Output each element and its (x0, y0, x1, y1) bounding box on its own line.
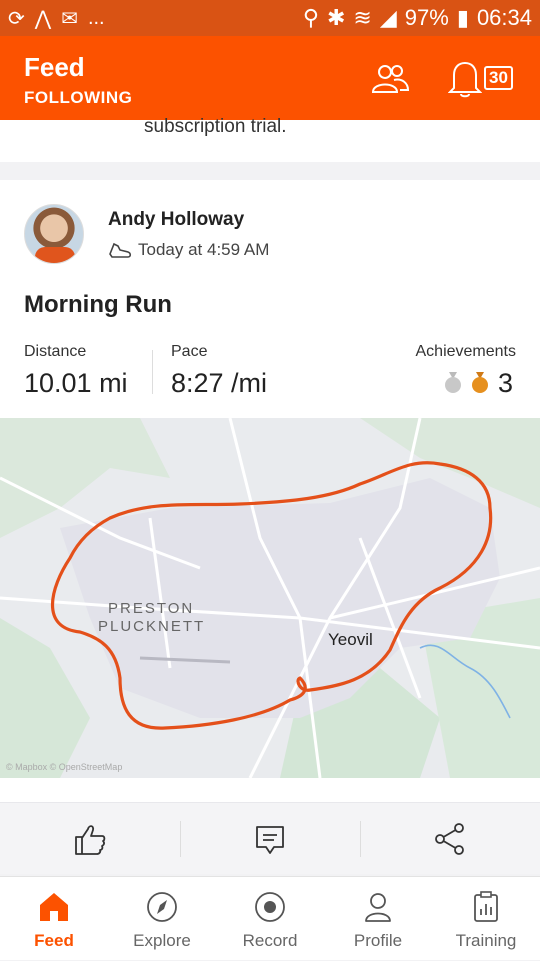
sync-icon: ⟳ (8, 7, 25, 30)
map-area-label-2: PLUCKNETT (98, 618, 206, 635)
avatar[interactable] (24, 204, 84, 264)
nav-feed[interactable]: Feed (0, 877, 108, 961)
route-map[interactable]: PRESTON PLUCKNETT Yeovil © Mapbox © Open… (0, 418, 540, 778)
athlete-name[interactable]: Andy Holloway (108, 209, 244, 231)
app-bar: Feed FOLLOWING 30 (0, 36, 540, 120)
record-icon (255, 892, 285, 922)
map-graphic (0, 418, 540, 778)
activity-title[interactable]: Morning Run (24, 291, 172, 319)
location-icon: ⚲ (302, 5, 319, 30)
nav-record[interactable]: Record (216, 877, 324, 961)
nav-explore[interactable]: Explore (108, 877, 216, 961)
wifi-icon: ≋ (353, 5, 372, 30)
notifications-bell-icon[interactable] (448, 58, 482, 98)
status-bar: ⟳ ⋀ ✉ ... ⚲ ✱ ≋ ◢ 97% ▮ 06:34 (0, 0, 540, 36)
avatar-shirt (35, 247, 75, 263)
activity-actions (0, 802, 540, 874)
nav-label: Record (242, 931, 298, 950)
nav-label: Feed (34, 931, 74, 950)
page-title: Feed (24, 52, 85, 82)
nav-profile[interactable]: Profile (324, 877, 432, 961)
activity-time: Today at 4:59 AM (138, 240, 270, 259)
bronze-medal-icon (472, 372, 488, 393)
run-shoe-icon (109, 242, 132, 258)
activity-card[interactable]: Andy Holloway Today at 4:59 AM Morning R… (0, 180, 540, 802)
kudos-thumbs-up-icon[interactable] (72, 821, 108, 857)
signal-icon: ◢ (379, 5, 397, 30)
find-friends-icon[interactable] (370, 62, 410, 96)
distance-label: Distance (24, 343, 87, 360)
map-area-label: PRESTON (108, 600, 195, 617)
previous-card-text: subscription trial. (144, 116, 287, 137)
nav-label: Training (455, 931, 517, 950)
previous-feed-card[interactable]: subscription trial. (0, 116, 540, 162)
comment-icon[interactable] (252, 821, 288, 857)
feed-filter-dropdown[interactable]: FOLLOWING (24, 88, 132, 108)
nav-label: Explore (133, 931, 191, 950)
bottom-navigation: Feed Explore Record Profile Training (0, 876, 540, 960)
nav-training[interactable]: Training (432, 877, 540, 961)
action-separator (180, 821, 181, 857)
pace-value: 8:27 /mi (171, 368, 268, 398)
home-icon (40, 893, 68, 921)
nav-label: Profile (353, 931, 403, 950)
more-notifications: ... (87, 6, 105, 29)
pace-label: Pace (171, 343, 208, 360)
share-icon[interactable] (432, 821, 468, 857)
strava-icon: ⋀ (34, 7, 52, 30)
bluetooth-icon: ✱ (326, 5, 346, 30)
clock: 06:34 (476, 5, 532, 30)
compass-icon (147, 892, 177, 922)
achievements-label: Achievements (415, 343, 517, 360)
distance-value: 10.01 mi (24, 368, 128, 398)
achievements-count: 3 (498, 368, 514, 398)
map-credit[interactable]: © Mapbox © OpenStreetMap (6, 762, 122, 772)
silver-medal-icon (445, 372, 461, 393)
action-separator (360, 821, 361, 857)
training-icon (474, 891, 498, 922)
map-town-label: Yeovil (328, 630, 373, 649)
profile-icon (365, 893, 391, 922)
stat-divider (152, 350, 153, 394)
mail-icon: ✉ (61, 7, 78, 30)
battery-level: 97% (404, 5, 449, 30)
battery-icon: ▮ (456, 5, 469, 30)
notification-count-badge[interactable]: 30 (484, 66, 513, 90)
